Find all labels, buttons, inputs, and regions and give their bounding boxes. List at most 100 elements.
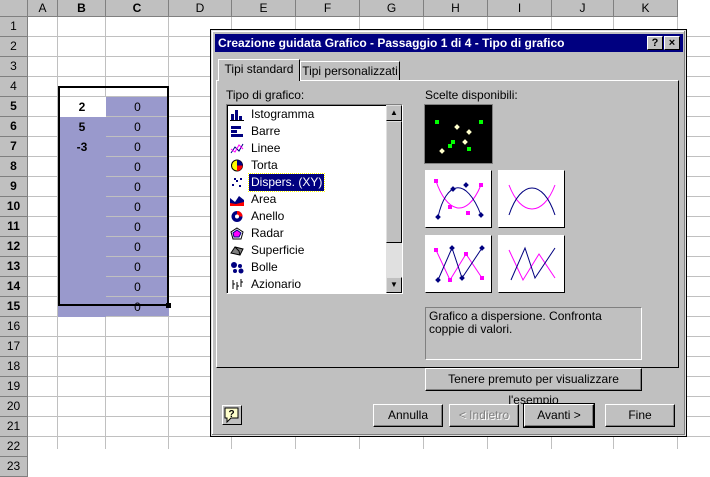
select-all-corner[interactable]	[0, 0, 28, 17]
cell-b9[interactable]	[58, 177, 106, 197]
column-header-c[interactable]: C	[106, 0, 169, 17]
column-header-k[interactable]: K	[614, 0, 678, 17]
row-header-11[interactable]: 11	[0, 217, 28, 237]
scroll-down-button[interactable]: ▼	[386, 277, 402, 293]
title-help-button[interactable]: ?	[647, 36, 663, 50]
title-close-button[interactable]: ×	[664, 36, 680, 50]
cell-b12[interactable]	[58, 237, 106, 257]
row-header-9[interactable]: 9	[0, 177, 28, 197]
column-header-b[interactable]: B	[58, 0, 106, 17]
chart-type-label: Tipo di grafico:	[226, 88, 305, 102]
scatter-chart-icon	[230, 176, 244, 189]
chart-type-label-text: Dispers. (XY)	[247, 173, 326, 192]
back-button[interactable]: < Indietro	[449, 404, 519, 427]
row-header-8[interactable]: 8	[0, 157, 28, 177]
finish-button[interactable]: Fine	[605, 404, 675, 427]
chart-type-list[interactable]: Istogramma Barre Linee Torta Dispers. (XY) Ar…	[226, 104, 403, 294]
cell-b11[interactable]	[58, 217, 106, 237]
scroll-thumb[interactable]	[386, 121, 402, 243]
column-header-h[interactable]: H	[424, 0, 488, 17]
column-header-f[interactable]: F	[296, 0, 360, 17]
chart-type-label-text: Barre	[251, 124, 281, 138]
chart-type-label-text: Anello	[251, 209, 285, 223]
scatter-lines-markers-icon	[434, 245, 485, 283]
row-header-3[interactable]: 3	[0, 57, 28, 77]
cell-b7[interactable]: -3	[58, 137, 106, 157]
chart-type-item[interactable]: Area	[229, 191, 387, 208]
fill-handle[interactable]	[166, 303, 171, 308]
row-header-7[interactable]: 7	[0, 137, 28, 157]
row-header-5[interactable]: 5	[0, 97, 28, 117]
row-header-15[interactable]: 15	[0, 297, 28, 317]
cell-c6[interactable]: 0	[106, 117, 169, 137]
row-header-21[interactable]: 21	[0, 417, 28, 437]
row-header-23[interactable]: 23	[0, 457, 28, 477]
chart-type-item[interactable]: Istogramma	[229, 106, 387, 123]
subtype-scatter-smoothed-markers[interactable]	[425, 170, 492, 228]
subtype-scatter-lines[interactable]	[498, 235, 565, 293]
column-header-i[interactable]: I	[488, 0, 552, 17]
cell-b13[interactable]	[58, 257, 106, 277]
column-header-j[interactable]: J	[552, 0, 614, 17]
next-button-label: Avanti >	[537, 408, 581, 422]
cell-c8[interactable]: 0	[106, 157, 169, 177]
chart-type-item[interactable]: Radar	[229, 225, 387, 242]
cell-c15[interactable]: 0	[106, 297, 169, 317]
chart-type-item[interactable]: Anello	[229, 208, 387, 225]
row-header-14[interactable]: 14	[0, 277, 28, 297]
cell-c11[interactable]: 0	[106, 217, 169, 237]
column-header-e[interactable]: E	[232, 0, 296, 17]
cell-c14[interactable]: 0	[106, 277, 169, 297]
row-header-10[interactable]: 10	[0, 197, 28, 217]
row-header-2[interactable]: 2	[0, 37, 28, 57]
cell-c7[interactable]: 0	[106, 137, 169, 157]
chart-type-item[interactable]: Dispers. (XY)	[229, 173, 387, 192]
next-button[interactable]: Avanti >	[523, 403, 595, 428]
cell-c13[interactable]: 0	[106, 257, 169, 277]
row-header-13[interactable]: 13	[0, 257, 28, 277]
dialog-titlebar[interactable]: Creazione guidata Grafico - Passaggio 1 …	[215, 34, 683, 52]
cancel-button[interactable]: Annulla	[373, 404, 443, 427]
row-header-17[interactable]: 17	[0, 337, 28, 357]
scatter-smooth-markers-icon	[434, 179, 484, 220]
chart-type-scrollbar[interactable]: ▲ ▼	[386, 105, 402, 293]
cell-b14[interactable]	[58, 277, 106, 297]
cell-b6[interactable]: 5	[58, 117, 106, 137]
cell-b10[interactable]	[58, 197, 106, 217]
chart-type-item[interactable]: Azionario	[229, 276, 387, 293]
row-header-20[interactable]: 20	[0, 397, 28, 417]
cell-c5[interactable]: 0	[106, 97, 169, 117]
row-header-4[interactable]: 4	[0, 77, 28, 97]
row-header-22[interactable]: 22	[0, 437, 28, 457]
row-header-1[interactable]: 1	[0, 17, 28, 37]
row-header-6[interactable]: 6	[0, 117, 28, 137]
column-header-d[interactable]: D	[169, 0, 232, 17]
cell-c9[interactable]: 0	[106, 177, 169, 197]
scroll-up-button[interactable]: ▲	[386, 105, 402, 121]
subtype-scatter-smoothed[interactable]	[498, 170, 565, 228]
column-header-g[interactable]: G	[360, 0, 424, 17]
cell-b15[interactable]	[58, 297, 106, 317]
chart-type-item[interactable]: Linee	[229, 140, 387, 157]
row-header-18[interactable]: 18	[0, 357, 28, 377]
cell-b5[interactable]: 2	[58, 97, 106, 117]
tab-custom-types[interactable]: Tipi personalizzati	[300, 61, 400, 81]
row-header-12[interactable]: 12	[0, 237, 28, 257]
cell-c12[interactable]: 0	[106, 237, 169, 257]
row-header-16[interactable]: 16	[0, 317, 28, 337]
preview-sample-button[interactable]: Tenere premuto per visualizzare l'esempi…	[425, 368, 642, 407]
chart-type-item[interactable]: Barre	[229, 123, 387, 140]
chart-type-item[interactable]: Torta	[229, 157, 387, 174]
subtype-scatter-lines-markers[interactable]	[425, 235, 492, 293]
cell-c10[interactable]: 0	[106, 197, 169, 217]
office-assistant-button[interactable]: ?	[222, 405, 242, 425]
column-header-a[interactable]: A	[28, 0, 58, 17]
stock-chart-icon	[230, 278, 244, 291]
chart-type-item[interactable]: Superficie	[229, 242, 387, 259]
row-header-19[interactable]: 19	[0, 377, 28, 397]
chart-type-label-text: Area	[251, 192, 277, 206]
tab-standard-types[interactable]: Tipi standard	[218, 59, 300, 81]
chart-type-item[interactable]: Bolle	[229, 259, 387, 276]
cell-b8[interactable]	[58, 157, 106, 177]
subtype-scatter-markers[interactable]	[424, 104, 493, 164]
